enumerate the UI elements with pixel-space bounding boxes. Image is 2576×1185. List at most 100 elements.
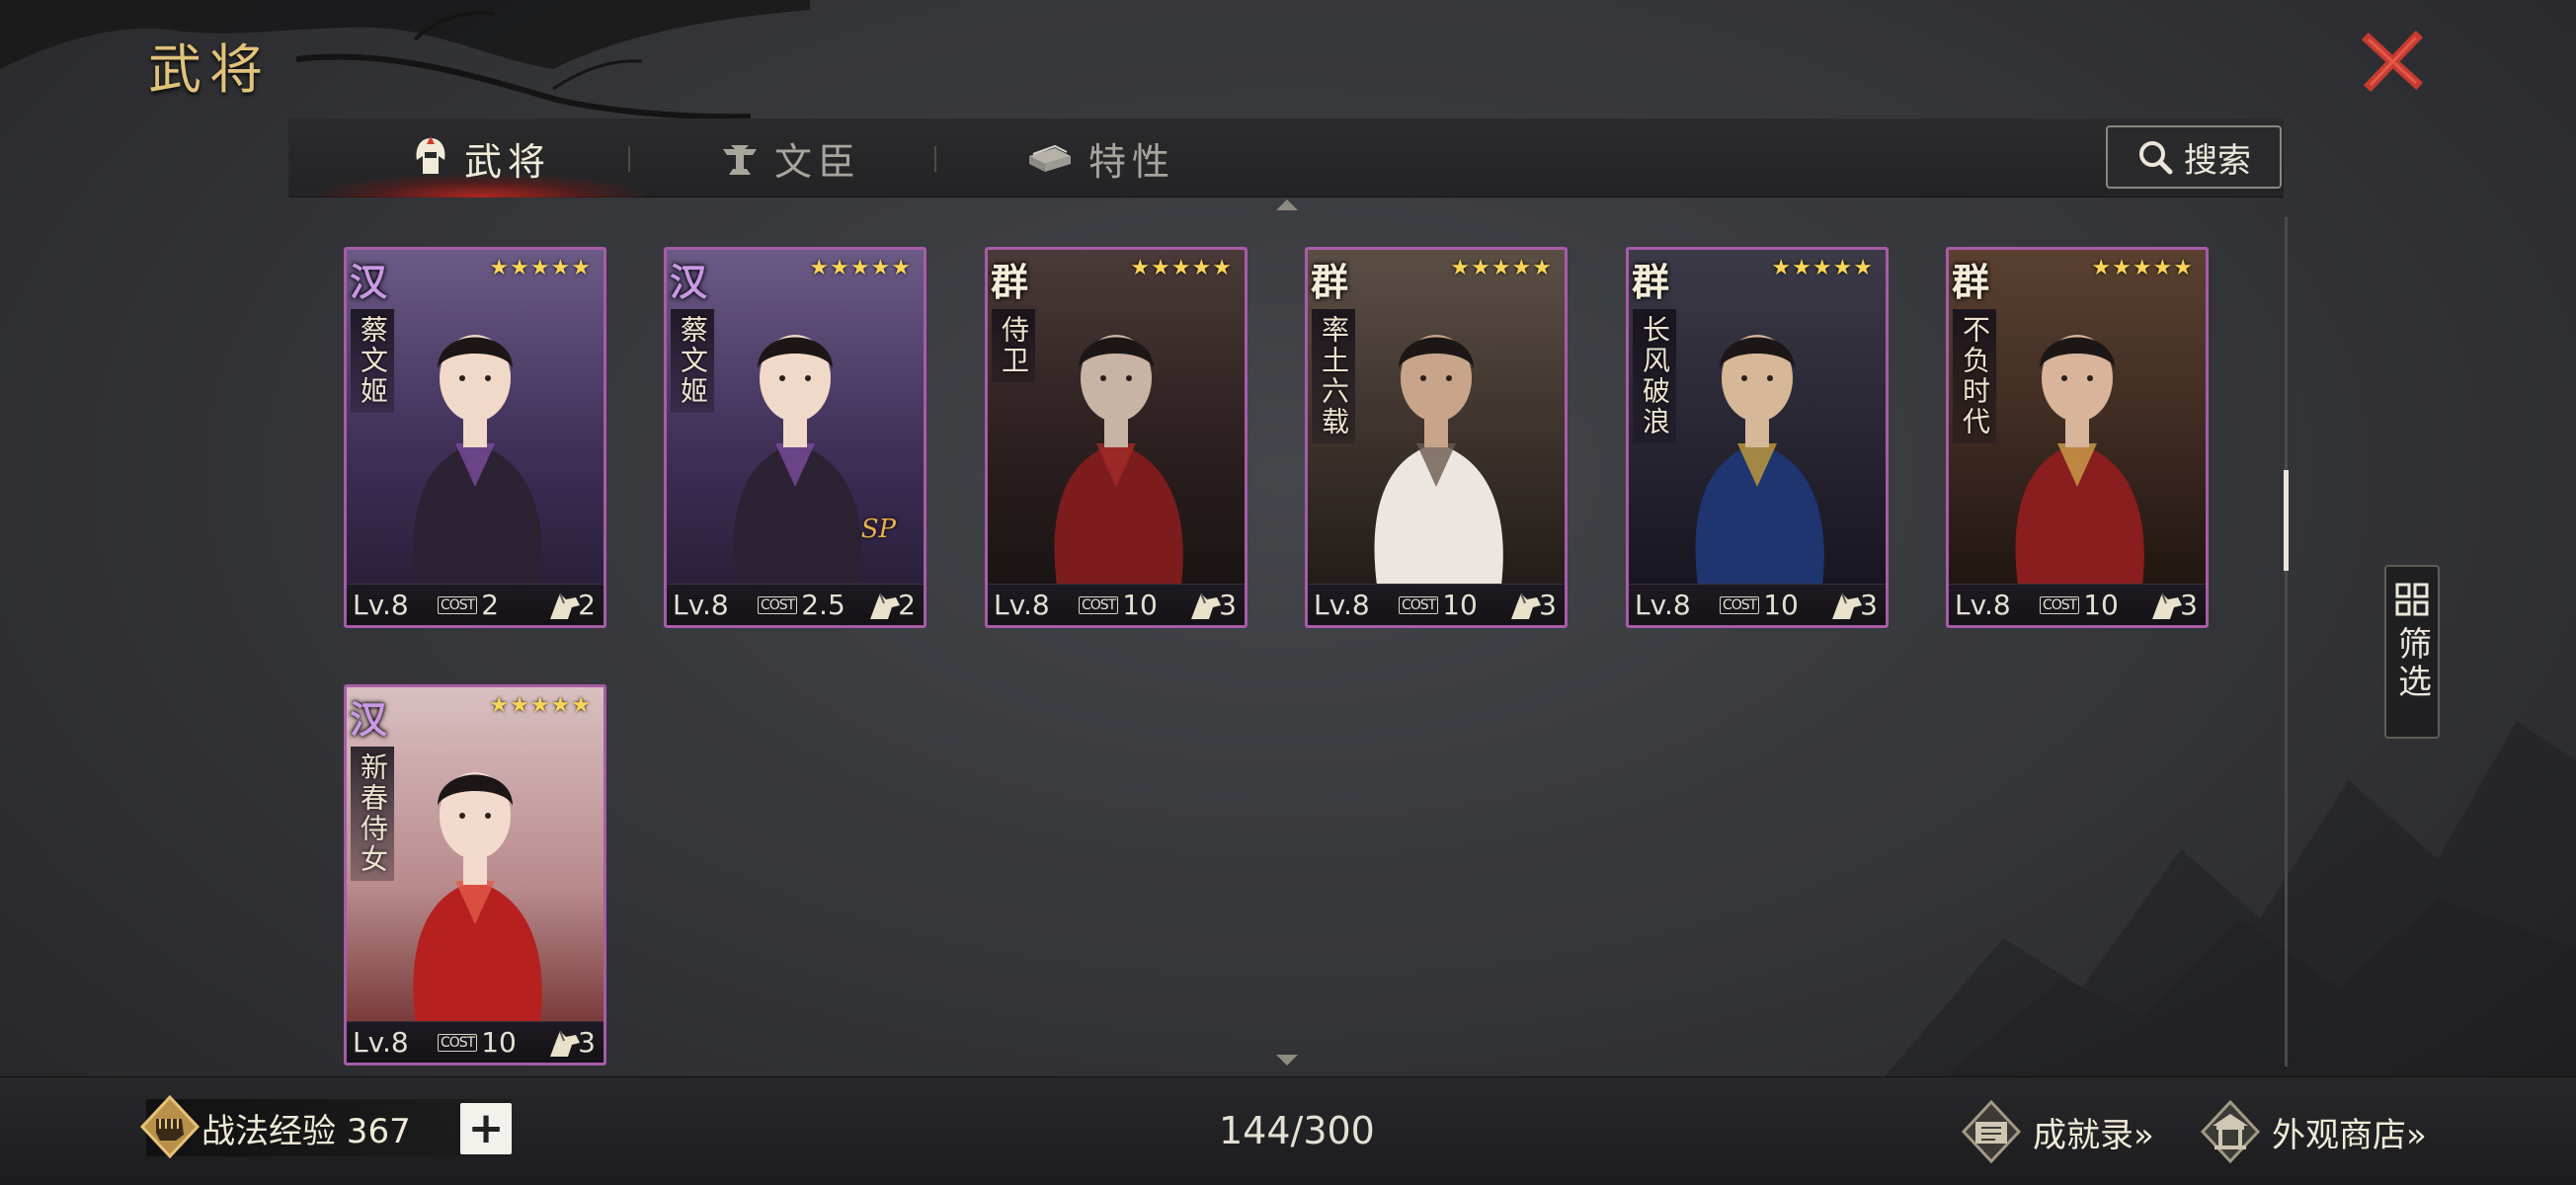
troop-type: 3 [546, 1026, 596, 1059]
general-card[interactable]: 汉 新春侍女 ★★★★★ Lv.8 COST 10 3 [344, 684, 606, 1066]
add-exp-button[interactable]: + [460, 1103, 512, 1154]
level-label: Lv.8 [994, 589, 1050, 621]
general-card[interactable]: 群 率土六载 ★★★★★ Lv.8 COST 10 3 [1305, 247, 1568, 628]
helmet-icon [416, 136, 445, 174]
name-strip: 侍卫 [992, 309, 1035, 382]
level-label: Lv.8 [353, 1026, 409, 1059]
general-card[interactable]: 汉 蔡文姬 ★★★★★ SP Lv.8 COST 2.5 2 [664, 247, 926, 628]
level-label: Lv.8 [1955, 589, 2011, 621]
general-name: 新春侍女 [357, 752, 389, 875]
scholar-hat-icon [723, 145, 757, 175]
bottom-bar: 战法经验 367 + 144/300 成就录» 外观商店» [0, 1076, 2576, 1185]
tactic-exp-display: 战法经验 367 [139, 1095, 512, 1158]
level-label: Lv.8 [1635, 589, 1691, 621]
cost-icon: COST [438, 1033, 478, 1052]
troop-count: 3 [1219, 589, 1237, 621]
card-footer: Lv.8 COST 2.5 2 [667, 584, 924, 625]
tab-traits-label: 特性 [1088, 139, 1176, 184]
cost-icon: COST [1079, 595, 1119, 614]
troop-count: 2 [578, 589, 596, 621]
card-footer: Lv.8 COST 10 3 [1949, 584, 2206, 625]
cost-icon: COST [2040, 595, 2080, 614]
faction-label: 群 [1952, 260, 1990, 304]
star-rating: ★★★★★ [2091, 256, 2194, 280]
scroll-up-indicator [1276, 199, 1298, 210]
close-icon[interactable] [2361, 30, 2424, 93]
star-rating: ★★★★★ [489, 693, 592, 718]
scrollbar-track[interactable] [2285, 217, 2288, 1066]
cost-value: 2 [481, 589, 500, 621]
card-footer: Lv.8 COST 10 3 [988, 584, 1245, 625]
general-card[interactable]: 群 侍卫 ★★★★★ Lv.8 COST 10 3 [985, 247, 1248, 628]
filter-button[interactable]: 筛选 [2384, 565, 2440, 739]
troop-type: 2 [546, 589, 596, 621]
faction-label: 汉 [350, 697, 388, 742]
star-rating: ★★★★★ [1771, 256, 1874, 280]
sp-badge: SP [860, 514, 896, 544]
cost-display: COST 10 [2040, 589, 2119, 621]
name-strip: 长风破浪 [1633, 309, 1676, 443]
card-footer: Lv.8 COST 10 3 [1308, 584, 1565, 625]
general-name: 长风破浪 [1639, 315, 1671, 437]
tab-divider [628, 146, 630, 172]
card-footer: Lv.8 COST 10 3 [347, 1021, 604, 1063]
tab-generals[interactable]: 武将 [411, 118, 551, 198]
troop-type: 3 [1187, 589, 1237, 621]
fist-badge-icon [139, 1095, 201, 1158]
faction-label: 汉 [670, 260, 708, 304]
cost-display: COST 10 [1079, 589, 1158, 621]
general-name: 不负时代 [1959, 315, 1991, 437]
star-rating: ★★★★★ [489, 256, 592, 280]
cost-display: COST 10 [1720, 589, 1799, 621]
cost-icon: COST [758, 595, 798, 614]
tab-divider [934, 146, 936, 172]
tab-ministers[interactable]: 文臣 [719, 118, 861, 198]
filter-label: 筛选 [2391, 626, 2432, 701]
cost-display: COST 2 [438, 589, 499, 621]
cost-display: COST 10 [438, 1026, 517, 1059]
general-name: 蔡文姬 [357, 315, 389, 407]
troop-count: 3 [1539, 589, 1557, 621]
faction-label: 群 [1311, 260, 1349, 304]
tab-traits[interactable]: 特性 [1025, 118, 1175, 198]
general-card[interactable]: 群 不负时代 ★★★★★ Lv.8 COST 10 3 [1946, 247, 2209, 628]
level-label: Lv.8 [673, 589, 729, 621]
achievements-button[interactable]: 成就录» [1960, 1097, 2154, 1166]
faction-label: 群 [991, 260, 1029, 304]
scroll-down-indicator [1276, 1055, 1298, 1066]
cost-icon: COST [1399, 595, 1439, 614]
cost-value: 10 [1122, 589, 1158, 621]
general-card[interactable]: 汉 蔡文姬 ★★★★★ Lv.8 COST 2 2 [344, 247, 606, 628]
cost-value: 10 [1442, 589, 1478, 621]
name-strip: 蔡文姬 [351, 309, 394, 413]
troop-type: 3 [2148, 589, 2198, 621]
achievement-scroll-icon [1961, 1100, 2022, 1163]
star-rating: ★★★★★ [1450, 256, 1553, 280]
appearance-shop-button[interactable]: 外观商店» [2199, 1097, 2427, 1166]
cost-display: COST 2.5 [758, 589, 845, 621]
name-strip: 蔡文姬 [671, 309, 714, 413]
troop-count: 2 [898, 589, 916, 621]
troop-count: 3 [2180, 589, 2198, 621]
level-label: Lv.8 [353, 589, 409, 621]
general-name: 率土六载 [1318, 315, 1350, 437]
search-button[interactable]: 搜索 [2106, 125, 2282, 189]
name-strip: 率土六载 [1312, 309, 1355, 443]
level-label: Lv.8 [1314, 589, 1370, 621]
cost-icon: COST [1720, 595, 1760, 614]
general-card[interactable]: 群 长风破浪 ★★★★★ Lv.8 COST 10 3 [1626, 247, 1889, 628]
troop-count: 3 [1860, 589, 1878, 621]
scrollbar-thumb[interactable] [2284, 470, 2289, 571]
page-title: 武将 [148, 39, 271, 101]
star-rating: ★★★★★ [809, 256, 912, 280]
shop-pavilion-icon [2200, 1100, 2261, 1163]
cost-value: 10 [1763, 589, 1799, 621]
troop-type: 2 [866, 589, 916, 621]
cost-value: 10 [2083, 589, 2119, 621]
tactic-exp-label: 战法经验 367 [201, 1111, 411, 1151]
cost-icon: COST [438, 595, 478, 614]
faction-label: 汉 [350, 260, 388, 304]
card-footer: Lv.8 COST 10 3 [1629, 584, 1886, 625]
troop-count: 3 [578, 1026, 596, 1059]
name-strip: 不负时代 [1953, 309, 1996, 443]
